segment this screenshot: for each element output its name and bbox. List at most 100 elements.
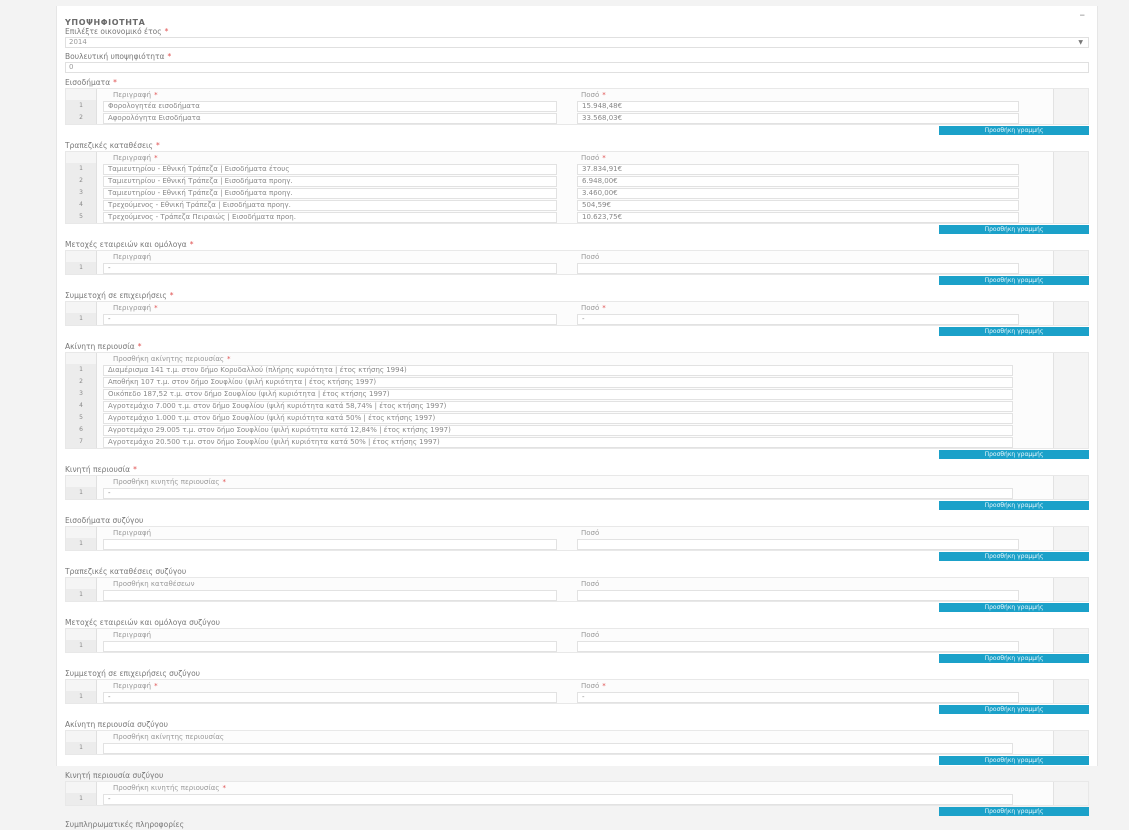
delete-row-button[interactable] <box>1053 112 1088 124</box>
real-estate-input[interactable]: Οικόπεδο 187,52 τ.μ. στον δήμο Σουφλίου … <box>103 388 1013 400</box>
add-row-button[interactable]: Προσθήκη γραμμής <box>939 450 1089 459</box>
desc-input[interactable] <box>103 589 557 601</box>
delete-row-button[interactable] <box>1053 199 1088 211</box>
delete-row-button[interactable] <box>1053 691 1088 703</box>
movable-input[interactable]: - <box>103 793 1013 805</box>
delete-row-button[interactable] <box>1053 211 1088 223</box>
spouse-movable-grid: Προσθήκη κινητής περιουσίας * 1- <box>65 781 1089 806</box>
add-row-button[interactable]: Προσθήκη γραμμής <box>939 654 1089 663</box>
delete-row-button[interactable] <box>1053 487 1088 499</box>
amount-input[interactable] <box>577 262 1019 274</box>
delete-row-button[interactable] <box>1053 376 1088 388</box>
table-row: 1-- <box>66 313 1088 325</box>
delete-row-button[interactable] <box>1053 262 1088 274</box>
collapse-icon[interactable]: – <box>1080 8 1086 21</box>
table-row: 2 Αφορολόγητα Εισοδήματα 33.568,03€ <box>66 112 1088 124</box>
amount-input[interactable] <box>577 589 1019 601</box>
delete-row-button[interactable] <box>1053 313 1088 325</box>
amount-input[interactable]: 3.460,00€ <box>577 187 1019 199</box>
add-row-button[interactable]: Προσθήκη γραμμής <box>939 276 1089 285</box>
desc-input[interactable]: - <box>103 691 557 703</box>
amount-input[interactable] <box>577 538 1019 550</box>
movable-section: Κινητή περιουσία * Προσθήκη κινητής περιο… <box>65 464 1089 511</box>
row-number-header <box>66 152 97 163</box>
desc-input[interactable]: Φορολογητέα εισοδήματα <box>103 100 557 112</box>
delete-row-button[interactable] <box>1053 163 1088 175</box>
delete-row-button[interactable] <box>1053 640 1088 652</box>
participation-grid: Περιγραφή * Ποσό * 1-- <box>65 301 1089 326</box>
desc-header: Περιγραφή <box>113 252 152 261</box>
amount-input[interactable]: - <box>577 313 1019 325</box>
desc-input[interactable] <box>103 538 557 550</box>
add-row-wrap: Προσθήκη γραμμής <box>65 500 1089 511</box>
delete-row-button[interactable] <box>1053 742 1088 754</box>
delete-row-button[interactable] <box>1053 187 1088 199</box>
grid-actions-column <box>1053 782 1088 793</box>
grid-header: Προσθήκη ακίνητης περιουσίας * <box>66 353 1088 364</box>
amount-header: Ποσό * <box>581 303 606 312</box>
real-estate-input[interactable]: Αγροτεμάχιο 20.500 τ.μ. στον δήμο Σουφλί… <box>103 436 1013 448</box>
amount-input[interactable]: 504,59€ <box>577 199 1019 211</box>
desc-input[interactable]: Τρεχούμενος - Τράπεζα Πειραιώς | Εισοδήμ… <box>103 211 557 223</box>
add-row-button[interactable]: Προσθήκη γραμμής <box>939 126 1089 135</box>
delete-row-button[interactable] <box>1053 175 1088 187</box>
chevron-down-icon: ▼ <box>1078 39 1083 46</box>
add-row-button[interactable]: Προσθήκη γραμμής <box>939 603 1089 612</box>
delete-row-button[interactable] <box>1053 100 1088 112</box>
grid-header: Περιγραφή * Ποσό * <box>66 89 1088 100</box>
obligation-input[interactable]: 0 <box>65 62 1089 73</box>
row-number: 3 <box>66 187 97 199</box>
real-estate-input[interactable]: Αγροτεμάχιο 29.005 τ.μ. στον δήμο Σουφλί… <box>103 424 1013 436</box>
row-number: 4 <box>66 199 97 211</box>
amount-input[interactable]: 6.948,00€ <box>577 175 1019 187</box>
desc-input[interactable] <box>103 640 557 652</box>
real-estate-input[interactable]: Αποθήκη 107 τ.μ. στον δήμο Σουφλίου (ψιλ… <box>103 376 1013 388</box>
add-row-button[interactable]: Προσθήκη γραμμής <box>939 225 1089 234</box>
year-select[interactable]: 2014 ▼ <box>65 37 1089 48</box>
amount-input[interactable]: - <box>577 691 1019 703</box>
real-estate-input[interactable]: Αγροτεμάχιο 7.000 τ.μ. στον δήμο Σουφλίο… <box>103 400 1013 412</box>
amount-input[interactable]: 33.568,03€ <box>577 112 1019 124</box>
desc-input[interactable]: Αφορολόγητα Εισοδήματα <box>103 112 557 124</box>
row-number-header <box>66 476 97 487</box>
row-number: 4 <box>66 400 97 412</box>
add-row-button[interactable]: Προσθήκη γραμμής <box>939 501 1089 510</box>
amount-input[interactable] <box>577 640 1019 652</box>
delete-row-button[interactable] <box>1053 424 1088 436</box>
delete-row-button[interactable] <box>1053 538 1088 550</box>
desc-input[interactable]: - <box>103 262 557 274</box>
row-number: 5 <box>66 412 97 424</box>
row-number: 7 <box>66 436 97 448</box>
amount-input[interactable]: 37.834,91€ <box>577 163 1019 175</box>
desc-header: Περιγραφή * <box>113 681 158 690</box>
real-estate-input[interactable]: Αγροτεμάχιο 1.000 τ.μ. στον δήμο Σουφλίο… <box>103 412 1013 424</box>
spouse-deposits-section: Τραπεζικές καταθέσεις συζύγου Προσθήκη κ… <box>65 566 1089 613</box>
delete-row-button[interactable] <box>1053 436 1088 448</box>
delete-row-button[interactable] <box>1053 793 1088 805</box>
desc-input[interactable]: Ταμιευτηρίου - Εθνική Τράπεζα | Εισοδήμα… <box>103 175 557 187</box>
desc-input[interactable]: Τρεχούμενος - Εθνική Τράπεζα | Εισοδήματ… <box>103 199 557 211</box>
amount-input[interactable]: 10.623,75€ <box>577 211 1019 223</box>
add-row-button[interactable]: Προσθήκη γραμμής <box>939 552 1089 561</box>
delete-row-button[interactable] <box>1053 589 1088 601</box>
form-content: ΥΠΟΨΗΦΙΟΤΗΤΑ – Επιλέξτε οικονομικό έτος *… <box>65 8 1089 830</box>
desc-input[interactable]: Ταμιευτηρίου - Εθνική Τράπεζα | Εισοδήμα… <box>103 163 557 175</box>
income-grid: Περιγραφή * Ποσό * 1 Φορολογητέα εισοδήματ… <box>65 88 1089 125</box>
delete-row-button[interactable] <box>1053 412 1088 424</box>
income-section: Εισοδήματα * Περιγραφή * Ποσό * 1 Φορολογητ… <box>65 77 1089 136</box>
deposits-label: Τραπεζικές καταθέσεις * <box>65 141 160 150</box>
real-estate-input[interactable]: Διαμέρισμα 141 τ.μ. στον δήμο Κορυδαλλού… <box>103 364 1013 376</box>
add-row-button[interactable]: Προσθήκη γραμμής <box>939 327 1089 336</box>
delete-row-button[interactable] <box>1053 364 1088 376</box>
add-row-button[interactable]: Προσθήκη γραμμής <box>939 756 1089 765</box>
add-row-button[interactable]: Προσθήκη γραμμής <box>939 807 1089 816</box>
add-row-button[interactable]: Προσθήκη γραμμής <box>939 705 1089 714</box>
table-row: 1 Ταμιευτηρίου - Εθνική Τράπεζα | Εισοδήμ… <box>66 163 1088 175</box>
delete-row-button[interactable] <box>1053 388 1088 400</box>
movable-input[interactable]: - <box>103 487 1013 499</box>
desc-input[interactable]: - <box>103 313 557 325</box>
desc-input[interactable]: Ταμιευτηρίου - Εθνική Τράπεζα | Εισοδήμα… <box>103 187 557 199</box>
delete-row-button[interactable] <box>1053 400 1088 412</box>
amount-input[interactable]: 15.948,48€ <box>577 100 1019 112</box>
table-row: 1 <box>66 589 1088 601</box>
